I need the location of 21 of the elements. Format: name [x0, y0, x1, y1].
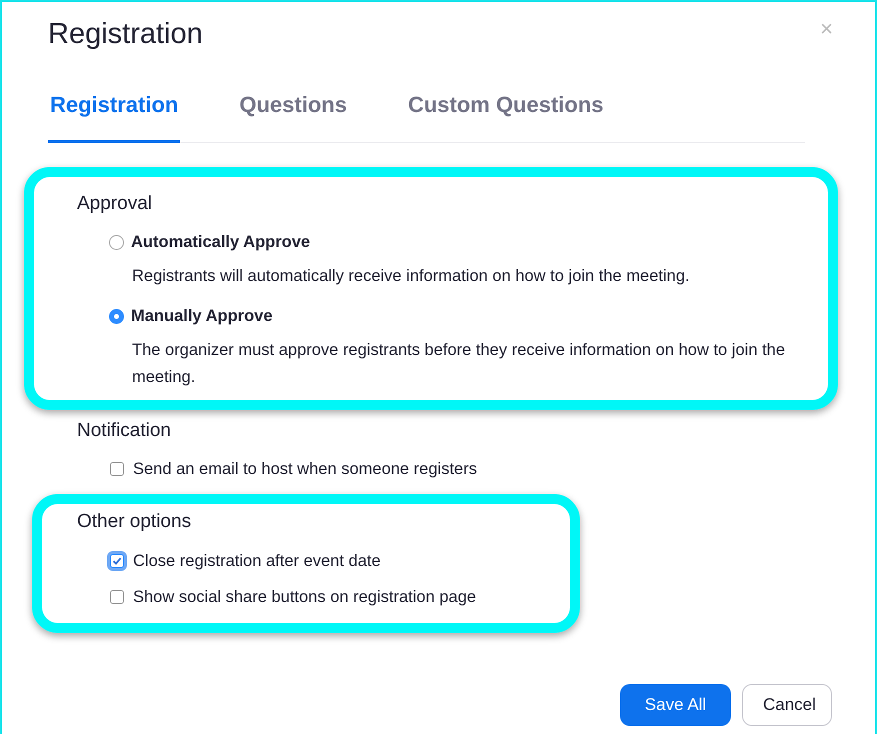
- tab[interactable]: Custom Questions: [406, 90, 606, 143]
- section-heading: Other options: [77, 510, 192, 534]
- checkbox[interactable]: [110, 590, 124, 604]
- section-heading: Notification: [77, 420, 171, 442]
- option-label[interactable]: Close registration after event date: [133, 549, 381, 573]
- section-heading: Approval: [77, 192, 152, 216]
- option-label[interactable]: Automatically Approve: [131, 230, 310, 254]
- option-label[interactable]: Show social share buttons on registration page: [133, 585, 476, 609]
- option-label[interactable]: Manually Approve: [131, 304, 272, 328]
- tab[interactable]: Registration: [48, 90, 180, 143]
- tab[interactable]: Questions: [237, 90, 349, 143]
- checkbox[interactable]: [110, 554, 124, 568]
- option-description: The organizer must approve registrants before they receive information on how to join the meeting.: [132, 340, 786, 388]
- cancel-button[interactable]: Cancel: [742, 684, 832, 726]
- option-description: Registrants will automatically receive information on how to join the meeting.: [132, 266, 691, 287]
- save-button[interactable]: Save All: [620, 684, 731, 726]
- option-label[interactable]: Send an email to host when someone registers: [133, 457, 477, 481]
- radio-button[interactable]: [109, 234, 124, 250]
- checkbox[interactable]: [110, 462, 124, 476]
- dialog-title: Registration: [48, 17, 203, 52]
- radio-button[interactable]: [109, 308, 124, 324]
